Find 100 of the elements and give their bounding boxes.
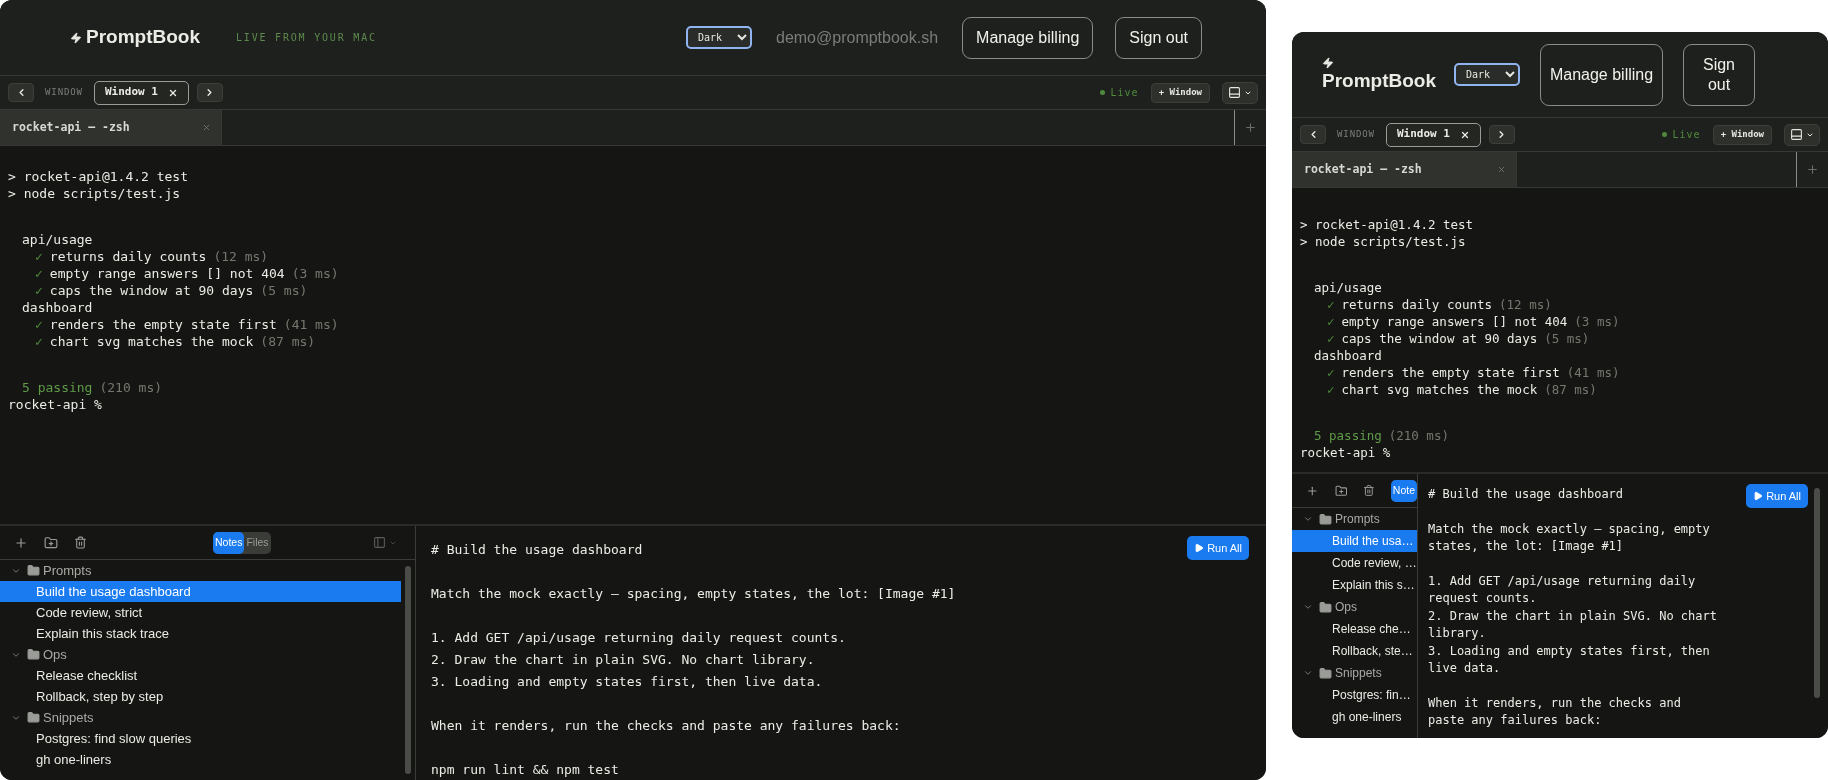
folder-name[interactable]: Ops [43,644,67,665]
note-line: npm run lint && npm test [431,761,619,779]
window-tab-label: Window 1 [1396,126,1450,143]
next-window-button[interactable] [196,83,223,102]
previous-window-button[interactable] [8,83,34,102]
layout-button[interactable] [1784,123,1820,146]
panel-layout-icon [1228,86,1241,99]
window-tab[interactable]: Window 1 [1385,122,1481,147]
note-item[interactable]: gh one-liners [1292,706,1417,728]
scrollbar[interactable] [405,566,411,774]
folder-name[interactable]: Ops [1335,598,1357,616]
note-item[interactable]: Release che… [1292,618,1417,640]
terminal-tab-label: rocket-api — -zsh [12,118,130,136]
folder-toggle[interactable] [1303,602,1313,612]
test-duration: (87 ms) [1544,381,1597,398]
test-duration: (12 ms) [1499,296,1552,313]
test-duration: (3 ms) [1574,313,1620,330]
note-item[interactable]: Rollback, ste… [1292,640,1417,662]
theme-select[interactable]: Dark [1454,63,1520,86]
check-mark: ✓ [1327,313,1335,330]
app-logo: PromptBook [86,25,200,50]
close-icon[interactable] [1459,129,1470,140]
folder-name[interactable]: Prompts [43,560,92,581]
folder-icon [27,564,40,577]
close-icon[interactable] [167,87,178,98]
note-item[interactable]: Code review, strict [0,602,401,623]
note-line: 2. Draw the chart in plain SVG. No chart library. [1428,607,1718,642]
note-line: When it renders, run the checks and paste any failures back: [1428,694,1682,729]
view-segment[interactable]: Note [1390,479,1417,502]
check-mark: ✓ [35,316,43,333]
note-item[interactable]: Postgres: find slow queries [0,728,401,749]
scrollbar[interactable] [1814,488,1820,698]
command-line: > node scripts/test.js [8,185,181,202]
note-item[interactable]: Code review, … [1292,552,1417,574]
note-item[interactable]: Build the usa… [1292,530,1417,552]
test-duration: (5 ms) [1544,330,1590,347]
note-item[interactable]: Release checklist [0,665,401,686]
check-mark: ✓ [35,333,43,350]
test-duration: (41 ms) [283,316,339,333]
folder-icon [1319,666,1332,680]
note-item[interactable]: Build the usage dashboard [0,581,401,602]
sign-out-button[interactable]: Sign out [1115,16,1202,59]
window-tab[interactable]: Window 1 [93,80,189,105]
sign-out-button[interactable]: Sign out [1683,43,1755,106]
terminal-tab[interactable]: rocket-api — -zsh [0,110,222,145]
run-all-button[interactable]: Run All [1746,484,1808,508]
folder-toggle[interactable] [1303,668,1313,678]
note-line: When it renders, run the checks and paste any failures back: [431,717,901,735]
check-mark: ✓ [1327,381,1335,398]
new-folder-icon[interactable] [1334,483,1348,498]
folder-name[interactable]: Snippets [43,707,94,728]
add-icon[interactable] [14,535,28,550]
folder-icon [27,711,40,724]
lightning-icon [1322,56,1334,69]
test-name: returns daily counts [1341,296,1493,313]
new-tab-icon[interactable] [1244,121,1257,134]
play-icon [1194,543,1205,553]
note-item[interactable]: Explain this s… [1292,574,1417,596]
new-window-button[interactable]: + Window [1150,82,1210,103]
passing-count: 5 passing [1314,427,1382,444]
new-window-button[interactable]: + Window [1712,124,1772,145]
trash-icon[interactable] [1363,484,1375,497]
shell-prompt: rocket-api % [8,396,102,413]
previous-window-button[interactable] [1300,125,1326,144]
live-status: Live [1672,128,1701,142]
folder-name[interactable]: Prompts [1335,510,1380,528]
sidebar-toggle-icon[interactable] [373,536,386,549]
suite-name: api/usage [22,231,93,248]
note-line: 1. Add GET /api/usage returning daily request counts. [431,629,846,647]
test-duration: (41 ms) [1566,364,1620,381]
trash-icon[interactable] [74,536,87,549]
test-name: returns daily counts [49,248,207,265]
view-segment[interactable]: Files [244,531,271,554]
test-name: renders the empty state first [1341,364,1560,381]
note-item[interactable]: Explain this stack trace [0,623,401,644]
manage-billing-button[interactable]: Manage billing [1540,43,1663,106]
next-window-button[interactable] [1488,125,1515,144]
check-mark: ✓ [1327,330,1335,347]
layout-button[interactable] [1222,81,1258,104]
note-line: Match the mock exactly — spacing, empty states, the lot: [Image #1] [431,585,956,603]
window-label: WINDOW [45,85,83,99]
note-item[interactable]: Rollback, step by step [0,686,401,707]
test-name: caps the window at 90 days [49,282,254,299]
test-duration: (12 ms) [213,248,269,265]
new-tab-icon[interactable] [1806,163,1819,176]
view-segment[interactable]: Notes [213,531,245,554]
command-line: > rocket-api@1.4.2 test [8,168,188,185]
folder-toggle[interactable] [1303,514,1313,524]
folder-icon [1319,600,1332,614]
folder-icon [1319,512,1332,526]
note-item[interactable]: gh one-liners [0,749,401,770]
new-folder-icon[interactable] [44,535,58,550]
theme-select[interactable]: Dark [686,26,752,49]
terminal-tab-label: rocket-api — -zsh [1304,160,1422,178]
note-item[interactable]: Postgres: fin… [1292,684,1417,706]
folder-name[interactable]: Snippets [1335,664,1382,682]
manage-billing-button[interactable]: Manage billing [962,16,1094,59]
test-name: empty range answers [] not 404 [1341,313,1568,330]
run-all-button[interactable]: Run All [1187,536,1249,560]
terminal-tab[interactable]: rocket-api — -zsh [1292,152,1517,187]
